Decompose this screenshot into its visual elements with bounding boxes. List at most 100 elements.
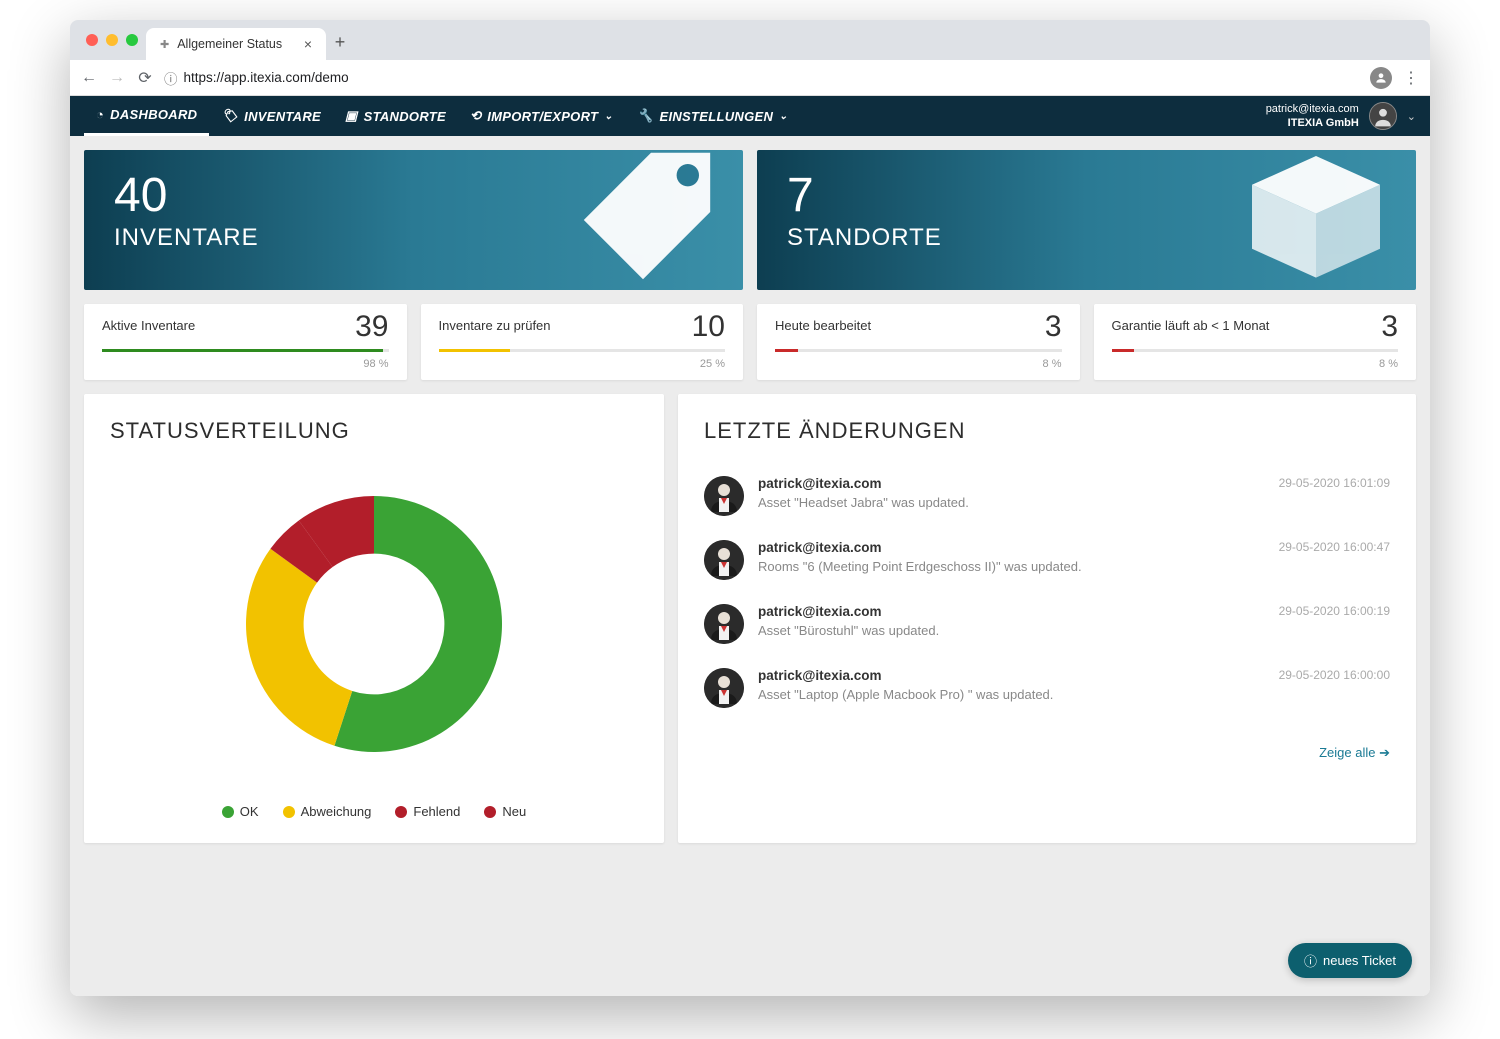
change-description: Asset "Headset Jabra" was updated. <box>758 495 1265 510</box>
browser-tab[interactable]: ✚ Allgemeiner Status × <box>146 28 326 60</box>
avatar <box>704 604 744 644</box>
legend-dot <box>222 806 234 818</box>
user-org: ITEXIA GmbH <box>1266 116 1359 130</box>
change-author: patrick@itexia.com <box>758 604 1265 619</box>
tag-icon: 🏷 <box>221 108 238 124</box>
minimize-window-icon[interactable] <box>106 34 118 46</box>
legend-dot <box>283 806 295 818</box>
stat-value: 3 <box>1045 310 1062 344</box>
status-distribution-panel: STATUSVERTEILUNG OK Abweichung Fehlend Neu <box>84 394 664 843</box>
stat-title: Aktive Inventare <box>102 318 389 333</box>
change-item[interactable]: patrick@itexia.com Asset "Laptop (Apple … <box>704 656 1390 720</box>
stat-card[interactable]: Aktive Inventare 39 98 % <box>84 304 407 380</box>
nav-item-standorte[interactable]: ▣ STANDORTE <box>333 96 458 136</box>
change-description: Rooms "6 (Meeting Point Erdgeschoss II)"… <box>758 559 1265 574</box>
tab-title: Allgemeiner Status <box>177 37 282 51</box>
new-ticket-button[interactable]: ⓘ neues Ticket <box>1288 943 1412 978</box>
user-email: patrick@itexia.com <box>1266 102 1359 116</box>
stat-card[interactable]: Inventare zu prüfen 10 25 % <box>421 304 744 380</box>
nav-item-dashboard[interactable]: ◔ DASHBOARD <box>84 96 209 136</box>
legend-item[interactable]: Abweichung <box>283 804 372 819</box>
legend-item[interactable]: Fehlend <box>395 804 460 819</box>
stat-percent: 98 % <box>102 358 389 370</box>
legend-dot <box>395 806 407 818</box>
app-topnav: ◔ DASHBOARD 🏷 INVENTARE ▣ STANDORTE ⟲ IMPORT/EX… <box>70 96 1430 136</box>
window-controls[interactable] <box>82 34 146 60</box>
hero-inventare[interactable]: 40INVENTARE <box>84 150 743 290</box>
change-author: patrick@itexia.com <box>758 668 1265 683</box>
stat-bar <box>775 349 1062 352</box>
stat-card[interactable]: Garantie läuft ab < 1 Monat 3 8 % <box>1094 304 1417 380</box>
nav-label: DASHBOARD <box>110 107 197 122</box>
pie-icon: ◔ <box>96 107 104 122</box>
user-avatar[interactable] <box>1369 102 1397 130</box>
user-menu[interactable]: patrick@itexia.com ITEXIA GmbH ⌄ <box>1266 102 1416 131</box>
reload-icon[interactable]: ⟳ <box>136 68 154 88</box>
browser-toolbar: ← → ⟳ ⓘ https://app.itexia.com/demo ⋮ <box>70 60 1430 96</box>
stat-bar <box>439 349 726 352</box>
chart-legend: OK Abweichung Fehlend Neu <box>222 804 526 819</box>
wrench-icon: 🔧 <box>637 108 654 124</box>
change-item[interactable]: patrick@itexia.com Rooms "6 (Meeting Poi… <box>704 528 1390 592</box>
nav-label: INVENTARE <box>244 109 321 124</box>
panel-title: LETZTE ÄNDERUNGEN <box>704 418 1390 444</box>
forward-icon[interactable]: → <box>108 69 126 87</box>
nav-label: STANDORTE <box>364 109 446 124</box>
stat-percent: 8 % <box>1112 358 1399 370</box>
tab-favicon: ✚ <box>160 38 169 51</box>
change-timestamp: 29-05-2020 16:01:09 <box>1279 476 1390 516</box>
stat-percent: 25 % <box>439 358 726 370</box>
donut-slice-abweichung[interactable] <box>246 549 352 746</box>
nav-item-import/export[interactable]: ⟲IMPORT/EXPORT⌄ <box>458 96 625 136</box>
stat-bar <box>1112 349 1399 352</box>
new-tab-button[interactable]: + <box>326 28 354 56</box>
recent-changes-panel: LETZTE ÄNDERUNGEN patrick@itexia.com Ass… <box>678 394 1416 843</box>
browser-tabbar: ✚ Allgemeiner Status × + <box>70 20 1430 60</box>
back-icon[interactable]: ← <box>80 69 98 87</box>
stat-value: 39 <box>355 310 388 344</box>
address-bar[interactable]: ⓘ https://app.itexia.com/demo <box>164 68 1360 88</box>
stat-value: 10 <box>692 310 725 344</box>
sync-icon: ⟲ <box>470 108 481 124</box>
browser-menu-icon[interactable]: ⋮ <box>1402 68 1420 88</box>
legend-item[interactable]: Neu <box>484 804 526 819</box>
stat-bar <box>102 349 389 352</box>
panel-title: STATUSVERTEILUNG <box>110 418 638 444</box>
stat-title: Inventare zu prüfen <box>439 318 726 333</box>
browser-window: ✚ Allgemeiner Status × + ← → ⟳ ⓘ https:/… <box>70 20 1430 996</box>
chevron-down-icon: ⌄ <box>779 111 788 122</box>
legend-label: Abweichung <box>301 804 372 819</box>
nav-label: IMPORT/EXPORT <box>487 109 598 124</box>
page-content: 40INVENTARE7STANDORTE Aktive Inventare 3… <box>70 136 1430 996</box>
legend-label: Fehlend <box>413 804 460 819</box>
stat-title: Garantie läuft ab < 1 Monat <box>1112 318 1399 333</box>
close-window-icon[interactable] <box>86 34 98 46</box>
ticket-button-label: neues Ticket <box>1323 953 1396 968</box>
avatar <box>704 476 744 516</box>
hero-standorte[interactable]: 7STANDORTE <box>757 150 1416 290</box>
help-icon: ⓘ <box>1304 951 1317 970</box>
change-item[interactable]: patrick@itexia.com Asset "Bürostuhl" was… <box>704 592 1390 656</box>
maximize-window-icon[interactable] <box>126 34 138 46</box>
status-donut-chart <box>214 464 534 784</box>
change-description: Asset "Bürostuhl" was updated. <box>758 623 1265 638</box>
change-item[interactable]: patrick@itexia.com Asset "Headset Jabra"… <box>704 464 1390 528</box>
site-info-icon[interactable]: ⓘ <box>164 68 178 88</box>
legend-label: Neu <box>502 804 526 819</box>
change-timestamp: 29-05-2020 16:00:19 <box>1279 604 1390 644</box>
show-all-link[interactable]: Zeige alle ➔ <box>1319 745 1390 760</box>
change-timestamp: 29-05-2020 16:00:47 <box>1279 540 1390 580</box>
browser-profile-icon[interactable] <box>1370 67 1392 89</box>
nav-item-inventare[interactable]: 🏷 INVENTARE <box>209 96 333 136</box>
legend-dot <box>484 806 496 818</box>
box-icon: ▣ <box>345 108 358 124</box>
chevron-down-icon: ⌄ <box>1407 110 1416 123</box>
nav-item-einstellungen[interactable]: 🔧EINSTELLUNGEN⌄ <box>625 96 800 136</box>
legend-item[interactable]: OK <box>222 804 259 819</box>
stat-title: Heute bearbeitet <box>775 318 1062 333</box>
avatar <box>704 668 744 708</box>
change-timestamp: 29-05-2020 16:00:00 <box>1279 668 1390 708</box>
stat-card[interactable]: Heute bearbeitet 3 8 % <box>757 304 1080 380</box>
close-tab-icon[interactable]: × <box>304 36 312 52</box>
avatar <box>704 540 744 580</box>
